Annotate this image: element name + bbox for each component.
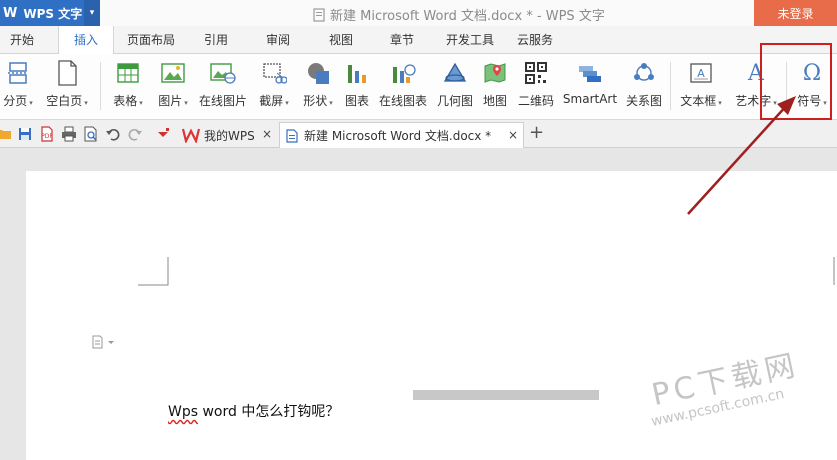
chevron-down-icon: ▾ [139,99,143,107]
table-label: 表格 [113,94,138,108]
online-picture-button[interactable]: 在线图片 [197,60,249,116]
undo-icon[interactable] [105,126,121,142]
map-button[interactable]: 地图 [480,60,510,116]
page-margin-corner [833,257,835,285]
spellcheck-word: Wps [168,404,199,420]
chevron-down-icon: ▾ [84,99,88,107]
page-break-button[interactable]: 分页 ▾ [0,60,38,116]
smartart-label: SmartArt [562,92,618,106]
export-pdf-icon[interactable]: PDF [39,126,55,142]
window-title: 新建 Microsoft Word 文档.docx * - WPS 文字 [312,5,605,24]
document-text-rest: word 中怎么打钩呢？ [198,404,340,420]
document-text[interactable]: Wps word 中怎么打钩呢？ [168,401,339,421]
chart-icon [344,60,370,86]
annotation-arrow [687,96,796,215]
page-margin-corner [138,257,169,286]
paragraph-layout-icon[interactable] [92,335,116,349]
page-break-icon [5,60,31,86]
relation-label: 关系图 [625,94,662,108]
smartart-button[interactable]: SmartArt [561,60,619,116]
ribbon-divider [670,62,671,110]
qrcode-button[interactable]: 二维码 [515,60,557,116]
geometry-button[interactable]: 几何图 [435,60,475,116]
wps-logo: W [3,5,18,21]
tab-view[interactable]: 视图 [321,26,361,54]
print-preview-icon[interactable] [83,126,99,142]
window-title-text: 新建 Microsoft Word 文档.docx * - WPS 文字 [330,9,605,24]
table-button[interactable]: 表格 ▾ [108,60,148,116]
tab-home[interactable]: 开始 [0,26,44,54]
chevron-down-icon: ▾ [285,99,289,107]
shape-icon [305,60,331,86]
smartart-icon [577,60,603,86]
online-picture-icon [210,60,236,86]
online-picture-label: 在线图片 [198,94,247,108]
geometry-label: 几何图 [436,94,473,108]
save-icon[interactable] [17,126,33,142]
chevron-down-icon: ▾ [184,99,188,107]
menu-bar: 开始 插入 页面布局 引用 审阅 视图 章节 开发工具 云服务 [0,26,837,55]
app-name: WPS 文字 [23,6,83,21]
login-button[interactable]: 未登录 [754,0,837,26]
redo-icon[interactable] [127,126,143,142]
online-chart-button[interactable]: 在线图表 [377,60,429,116]
relation-icon [631,60,657,86]
tab-page-layout[interactable]: 页面布局 [120,26,182,54]
ribbon-divider [100,62,101,110]
selection-highlight [413,390,599,400]
wps-logo-icon [182,128,200,143]
svg-text:PDF: PDF [41,133,53,140]
chart-button[interactable]: 图表 [342,60,372,116]
chart-label: 图表 [344,94,369,108]
qrcode-label: 二维码 [517,94,554,108]
page-break-label: 分页 [3,94,28,108]
tab-review[interactable]: 审阅 [258,26,298,54]
blank-page-icon [54,60,80,86]
document-icon [313,7,325,22]
close-icon[interactable]: × [262,127,272,141]
app-dropdown-icon[interactable]: ▾ [84,0,100,26]
close-icon[interactable]: × [508,128,518,142]
geometry-icon [442,60,468,86]
tab-section[interactable]: 章节 [382,26,422,54]
relation-diagram-button[interactable]: 关系图 [624,60,664,116]
picture-button[interactable]: 图片 ▾ [153,60,193,116]
add-tab-icon[interactable]: + [529,122,544,143]
tab-cloud[interactable]: 云服务 [512,26,558,54]
online-chart-label: 在线图表 [378,94,427,108]
blank-page-label: 空白页 [46,94,83,108]
chevron-down-icon: ▾ [29,99,33,107]
tab-document[interactable]: 新建 Microsoft Word 文档.docx * × [279,122,524,148]
chevron-down-icon: ▾ [329,99,333,107]
table-icon [115,60,141,86]
customize-toolbar-icon[interactable] [155,126,171,142]
tab-references[interactable]: 引用 [196,26,236,54]
title-bar: W WPS 文字 ▾ 新建 Microsoft Word 文档.docx * -… [0,0,837,26]
tab-developer[interactable]: 开发工具 [440,26,500,54]
tab-my-wps[interactable]: 我的WPS × [178,122,278,148]
map-label: 地图 [482,94,507,108]
qrcode-icon [523,60,549,86]
app-menu-button[interactable]: W WPS 文字 ▾ [0,0,100,26]
screenshot-label: 截屏 [259,94,284,108]
tab-my-wps-label: 我的WPS [204,128,255,143]
online-chart-icon [390,60,416,86]
tab-insert[interactable]: 插入 [58,26,114,55]
open-folder-icon[interactable] [0,126,12,142]
shape-label: 形状 [303,94,328,108]
screenshot-icon [261,60,287,86]
shape-button[interactable]: 形状 ▾ [299,60,337,116]
picture-label: 图片 [158,94,183,108]
tab-document-label: 新建 Microsoft Word 文档.docx * [304,129,492,143]
word-document-icon [286,128,298,143]
blank-page-button[interactable]: 空白页 ▾ [42,60,92,116]
screenshot-button[interactable]: 截屏 ▾ [255,60,293,116]
picture-icon [160,60,186,86]
print-icon[interactable] [61,126,77,142]
map-icon [482,60,508,86]
